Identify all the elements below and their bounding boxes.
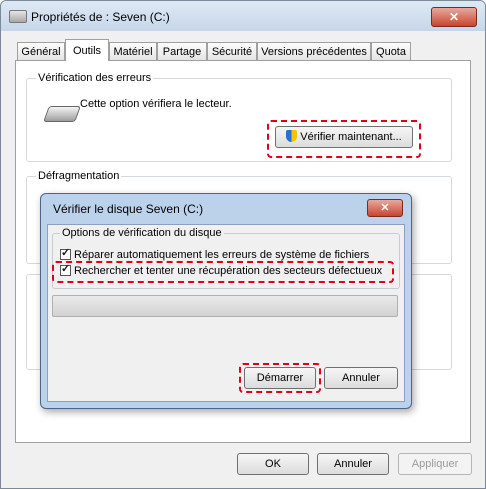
tab-sharing[interactable]: Partage xyxy=(157,42,207,60)
drive-icon xyxy=(9,10,27,23)
tab-previous-versions[interactable]: Versions précédentes xyxy=(257,42,371,60)
option-bad-sectors-label: Rechercher et tenter une récupération de… xyxy=(74,265,383,277)
disk-options-title: Options de vérification du disque xyxy=(60,227,224,239)
check-now-label: Vérifier maintenant... xyxy=(300,131,402,143)
tab-security[interactable]: Sécurité xyxy=(207,42,257,60)
uac-shield-icon xyxy=(286,130,298,142)
apply-button[interactable]: Appliquer xyxy=(398,453,472,475)
start-button[interactable]: Démarrer xyxy=(244,367,316,389)
ok-button[interactable]: OK xyxy=(237,453,309,475)
dialog-cancel-button[interactable]: Annuler xyxy=(324,367,398,389)
dialog-close-button[interactable]: ✕ xyxy=(367,199,403,217)
defrag-title: Défragmentation xyxy=(36,170,122,182)
dialog-body: Options de vérification du disque Répare… xyxy=(47,224,405,402)
cancel-button[interactable]: Annuler xyxy=(317,453,389,475)
dialog-title: Vérifier le disque Seven (C:) xyxy=(53,202,204,216)
check-now-button[interactable]: Vérifier maintenant... xyxy=(275,126,413,148)
checkbox-bad-sectors[interactable] xyxy=(60,262,71,276)
checkbox-auto-fix[interactable] xyxy=(60,246,71,260)
option-auto-fix[interactable]: Réparer automatiquement les erreurs de s… xyxy=(60,246,370,261)
progress-bar xyxy=(52,295,398,317)
option-auto-fix-label: Réparer automatiquement les erreurs de s… xyxy=(74,249,370,261)
window-close-button[interactable]: ✕ xyxy=(431,7,477,27)
error-check-description: Cette option vérifiera le lecteur. xyxy=(80,98,232,110)
option-bad-sectors[interactable]: Rechercher et tenter une récupération de… xyxy=(60,262,383,277)
tab-hardware[interactable]: Matériel xyxy=(109,42,157,60)
check-disk-dialog: Vérifier le disque Seven (C:) ✕ Options … xyxy=(40,193,412,409)
hard-drive-icon xyxy=(43,106,81,122)
window-title: Propriétés de : Seven (C:) xyxy=(31,10,170,24)
tab-general[interactable]: Général xyxy=(17,42,65,60)
title-bar: Propriétés de : Seven (C:) ✕ xyxy=(1,1,485,31)
error-check-title: Vérification des erreurs xyxy=(36,72,154,84)
tab-quota[interactable]: Quota xyxy=(371,42,411,60)
tab-tools[interactable]: Outils xyxy=(65,39,109,61)
